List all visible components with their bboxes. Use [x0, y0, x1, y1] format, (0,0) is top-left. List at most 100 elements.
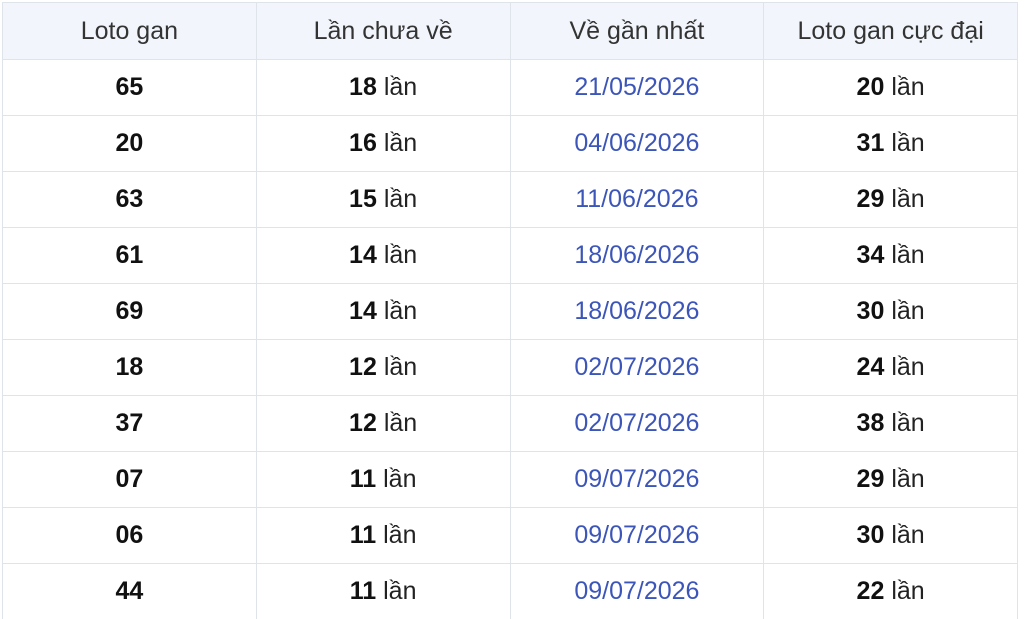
missed-count-unit: lần [383, 465, 417, 493]
missed-count-unit: lần [383, 73, 418, 101]
max-gan-cell: 38 lần [763, 395, 1018, 452]
missed-count-unit: lần [383, 577, 417, 605]
table-body: 65 18 lần 21/05/2026 20 lần 20 16 lần 04/06/20… [2, 59, 1018, 619]
max-gan-unit: lần [891, 353, 925, 381]
missed-count-cell: 11 lần [255, 563, 511, 619]
missed-count-cell: 14 lần [255, 227, 511, 284]
loto-number: 18 [115, 353, 144, 381]
last-appearance-cell: 21/05/2026 [509, 59, 765, 116]
loto-number: 06 [115, 521, 144, 549]
table-row: 69 14 lần 18/06/2026 30 lần [2, 283, 1018, 340]
header-row: Loto gan Lần chưa về Về gần nhất Loto ga… [2, 2, 1018, 60]
table-row: 63 15 lần 11/06/2026 29 lần [2, 171, 1018, 228]
table-row: 37 12 lần 02/07/2026 38 lần [2, 395, 1018, 452]
max-gan-unit: lần [891, 241, 925, 269]
max-gan-unit: lần [891, 129, 925, 157]
max-gan-cell: 31 lần [763, 115, 1018, 172]
max-gan-value: 31 [856, 129, 885, 157]
max-gan-cell: 30 lần [763, 507, 1018, 564]
loto-number: 07 [115, 465, 144, 493]
last-appearance-cell: 04/06/2026 [509, 115, 765, 172]
missed-count-unit: lần [383, 241, 418, 269]
max-gan-unit: lần [891, 409, 925, 437]
max-gan-value: 38 [856, 409, 885, 437]
max-gan-cell: 29 lần [763, 451, 1018, 508]
missed-count-value: 16 [349, 129, 377, 157]
missed-count-cell: 18 lần [255, 59, 511, 116]
loto-number: 20 [115, 129, 144, 157]
last-appearance-cell: 02/07/2026 [509, 395, 765, 452]
missed-count-value: 11 [349, 521, 377, 549]
last-appearance-date-link[interactable]: 02/07/2026 [574, 353, 699, 381]
table-row: 65 18 lần 21/05/2026 20 lần [2, 59, 1018, 116]
last-appearance-date-link[interactable]: 02/07/2026 [574, 409, 699, 437]
max-gan-value: 29 [856, 465, 885, 493]
missed-count-value: 14 [349, 297, 377, 325]
loto-number: 37 [115, 409, 144, 437]
loto-number-cell: 61 [2, 227, 257, 284]
max-gan-value: 20 [856, 73, 885, 101]
max-gan-value: 30 [856, 521, 885, 549]
max-gan-cell: 30 lần [763, 283, 1018, 340]
header-loto-gan: Loto gan [2, 2, 257, 60]
loto-gan-panel: Loto gan Lần chưa về Về gần nhất Loto ga… [0, 0, 1024, 619]
loto-gan-table: Loto gan Lần chưa về Về gần nhất Loto ga… [2, 2, 1018, 619]
header-max-gan: Loto gan cực đại [763, 2, 1018, 60]
max-gan-value: 22 [856, 577, 885, 605]
missed-count-value: 12 [349, 409, 377, 437]
missed-count-value: 11 [349, 577, 377, 605]
max-gan-cell: 22 lần [763, 563, 1018, 619]
max-gan-unit: lần [891, 297, 925, 325]
max-gan-cell: 20 lần [763, 59, 1018, 116]
max-gan-cell: 24 lần [763, 339, 1018, 396]
last-appearance-cell: 09/07/2026 [509, 451, 765, 508]
max-gan-value: 30 [856, 297, 885, 325]
table-row: 44 11 lần 09/07/2026 22 lần [2, 563, 1018, 619]
missed-count-unit: lần [383, 409, 418, 437]
header-missed-count: Lần chưa về [255, 2, 511, 60]
loto-number-cell: 44 [2, 563, 257, 619]
loto-number-cell: 06 [2, 507, 257, 564]
table-header: Loto gan Lần chưa về Về gần nhất Loto ga… [2, 2, 1018, 60]
last-appearance-date-link[interactable]: 18/06/2026 [574, 241, 699, 269]
missed-count-value: 11 [349, 465, 377, 493]
table-row: 20 16 lần 04/06/2026 31 lần [2, 115, 1018, 172]
table-row: 07 11 lần 09/07/2026 29 lần [2, 451, 1018, 508]
loto-number-cell: 69 [2, 283, 257, 340]
last-appearance-cell: 09/07/2026 [509, 563, 765, 619]
loto-number-cell: 07 [2, 451, 257, 508]
last-appearance-date-link[interactable]: 11/06/2026 [575, 185, 698, 213]
loto-number: 65 [115, 73, 144, 101]
last-appearance-date-link[interactable]: 18/06/2026 [574, 297, 699, 325]
max-gan-cell: 29 lần [763, 171, 1018, 228]
last-appearance-cell: 02/07/2026 [509, 339, 765, 396]
missed-count-cell: 16 lần [255, 115, 511, 172]
missed-count-cell: 14 lần [255, 283, 511, 340]
missed-count-unit: lần [383, 521, 417, 549]
table-row: 06 11 lần 09/07/2026 30 lần [2, 507, 1018, 564]
max-gan-value: 24 [856, 353, 885, 381]
loto-number: 63 [115, 185, 144, 213]
missed-count-value: 14 [349, 241, 377, 269]
last-appearance-date-link[interactable]: 09/07/2026 [574, 465, 699, 493]
max-gan-unit: lần [891, 185, 925, 213]
missed-count-unit: lần [383, 129, 418, 157]
last-appearance-date-link[interactable]: 09/07/2026 [574, 521, 699, 549]
missed-count-value: 15 [349, 185, 377, 213]
table-row: 61 14 lần 18/06/2026 34 lần [2, 227, 1018, 284]
max-gan-unit: lần [891, 521, 925, 549]
missed-count-unit: lần [383, 297, 418, 325]
loto-number-cell: 63 [2, 171, 257, 228]
last-appearance-date-link[interactable]: 09/07/2026 [574, 577, 699, 605]
loto-number-cell: 37 [2, 395, 257, 452]
missed-count-cell: 11 lần [255, 451, 511, 508]
missed-count-cell: 12 lần [255, 339, 511, 396]
missed-count-unit: lần [383, 353, 418, 381]
header-last-appearance: Về gần nhất [509, 2, 765, 60]
last-appearance-date-link[interactable]: 21/05/2026 [574, 73, 699, 101]
max-gan-value: 29 [856, 185, 885, 213]
loto-number-cell: 18 [2, 339, 257, 396]
missed-count-cell: 11 lần [255, 507, 511, 564]
last-appearance-date-link[interactable]: 04/06/2026 [574, 129, 699, 157]
table-row: 18 12 lần 02/07/2026 24 lần [2, 339, 1018, 396]
